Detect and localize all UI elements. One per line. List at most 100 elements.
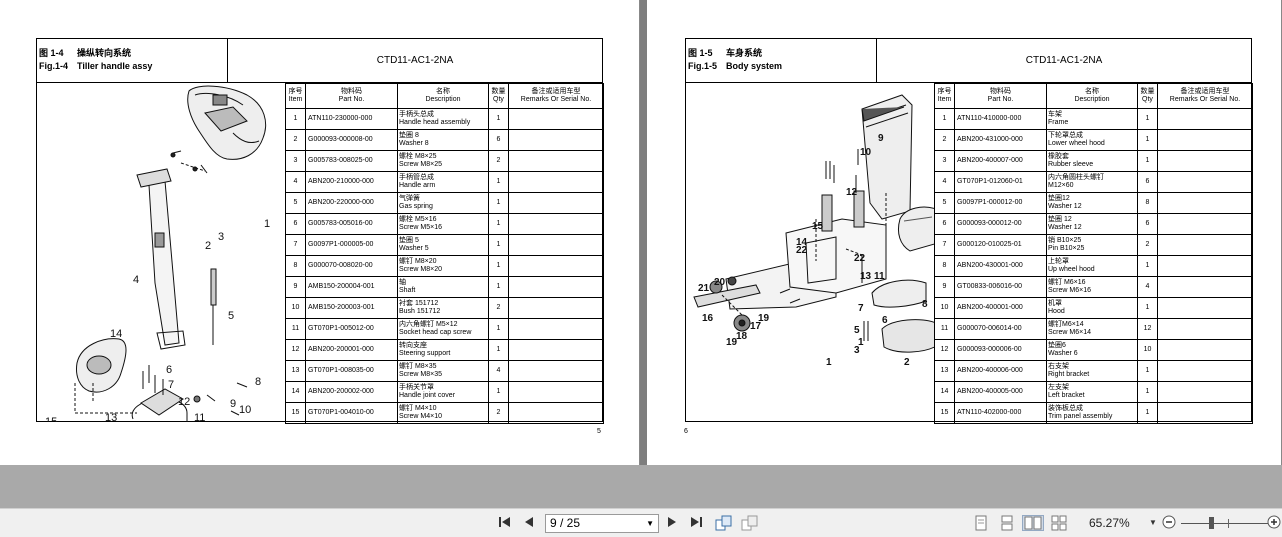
parts-sheet: 图 1-5 车身系统 Fig.1-5 Body system CTD11-AC1-2… [685,38,1253,424]
remarks [508,318,604,340]
item-number: 3 [934,150,955,172]
quantity: 6 [488,129,509,151]
remarks [1157,318,1253,340]
item-number: 4 [285,171,306,193]
description-cn: 右支架 [1048,363,1069,370]
description: 螺钉 M8×35 Screw M8×35 [397,360,489,382]
previous-page-icon[interactable] [522,515,536,531]
figure-number-cn: 图 1-4 [39,48,64,58]
item-number: 11 [934,318,955,340]
callout-11: 11 [874,271,885,282]
first-page-icon[interactable] [497,515,513,531]
quantity: 4 [488,360,509,382]
quantity: 1 [488,234,509,256]
item-number: 6 [285,213,306,235]
zoom-slider-thumb[interactable] [1209,517,1214,529]
description-en: Handle head assembly [399,119,471,126]
description-cn: 机罩 [1048,300,1062,307]
quantity: 2 [488,297,509,319]
description-cn: 手柄管总成 [399,174,434,181]
figure-number-cn: 图 1-5 [688,48,713,58]
description: 下轮罩总成 Lower wheel hood [1046,129,1138,151]
remarks [1157,297,1253,319]
page-gap [640,0,647,465]
description: 螺栓 M5×16 Screw M5×16 [397,213,489,235]
next-page-icon[interactable] [666,515,678,531]
figure-number-en: Fig.1-4 [39,61,69,71]
callout-6: 6 [166,364,172,376]
item-number: 15 [285,402,306,424]
split-view-icon[interactable] [740,515,760,531]
table-row: 2 ABN200-431000-000 下轮罩总成 Lower wheel hood 1 [934,129,1253,151]
part-number: GT070P1-005012-00 [305,318,398,340]
part-number: ATN110-230000-000 [305,108,398,130]
callout-5: 5 [228,310,234,322]
item-number: 14 [934,381,955,403]
page-number: 6 [684,428,688,435]
zoom-in-icon[interactable] [1266,515,1282,531]
description-en: Washer 8 [399,140,429,147]
description: 手柄关节罩 Handle joint cover [397,381,489,403]
parts-sheet: 图 1-4 操纵转向系统 Fig.1-4 Tiller handle assy CT… [36,38,604,424]
remarks [508,234,604,256]
description: 销 B10×25 Pin B10×25 [1046,234,1138,256]
page-number-field[interactable]: 9 / 25 ▼ [545,514,659,533]
table-row: 11 GT070P1-005012-00 内六角螺钉 M5×12 Socket hea… [285,318,604,340]
single-page-view-icon[interactable] [972,515,990,531]
last-page-icon[interactable] [688,515,704,531]
description-cn: 上轮罩 [1048,258,1069,265]
quantity: 1 [1137,402,1158,424]
two-page-view-icon[interactable] [1022,515,1044,531]
zoom-level[interactable]: 65.27% [1089,516,1130,530]
description: 螺栓 M8×25 Screw M8×25 [397,150,489,172]
description-cn: 螺钉 M8×20 [399,258,437,265]
table-row: 14 ABN200-400005-000 左支架 Left bracket 1 [934,381,1253,403]
remarks [1157,150,1253,172]
part-number: GT070P1-008035-00 [305,360,398,382]
callout-20: 20 [714,277,726,288]
remarks [508,297,604,319]
remarks [508,129,604,151]
table-row: 7 G000120-010025-01 销 B10×25 Pin B10×25 2 [934,234,1253,256]
description: 内六角螺钉 M5×12 Socket head cap screw [397,318,489,340]
description-cn: 销 B10×25 [1048,237,1082,244]
table-row: 4 GT070P1-012060-01 内六角圆柱头螺钉 M12×60 6 [934,171,1253,193]
callout-13: 13 [860,271,872,282]
callout-22: 22 [796,245,808,256]
part-number: G0097P1-000005-00 [305,234,398,256]
continuous-view-icon[interactable] [998,515,1016,531]
item-number: 9 [934,276,955,298]
callout-8: 8 [922,299,928,310]
description: 衬套 151712 Bush 151712 [397,297,489,319]
part-number: ABN200-200002-000 [305,381,398,403]
header-item: 序号 Item [934,83,955,109]
item-number: 13 [934,360,955,382]
sheet-header: 图 1-4 操纵转向系统 Fig.1-4 Tiller handle assy CT… [37,39,602,83]
description-en: Pin B10×25 [1048,245,1085,252]
remarks [508,108,604,130]
two-page-continuous-icon[interactable] [1050,515,1068,531]
item-number: 5 [285,192,306,214]
page-dropdown-arrow-icon[interactable]: ▼ [646,515,654,532]
description: 手柄头总成 Handle head assembly [397,108,489,130]
page-number-value: 9 / 25 [550,516,581,530]
remarks [1157,192,1253,214]
description: 垫圈6 Washer 6 [1046,339,1138,361]
zoom-dropdown-arrow-icon[interactable]: ▼ [1148,515,1158,531]
callout-1: 1 [264,218,270,230]
part-number: ATN110-402000-000 [954,402,1047,424]
part-number: G000070-006014-00 [954,318,1047,340]
callout-19: 19 [726,337,738,348]
zoom-out-icon[interactable] [1161,515,1177,531]
remarks [508,150,604,172]
figure-title-en: Tiller handle assy [77,61,153,71]
quantity: 1 [1137,255,1158,277]
remarks [508,276,604,298]
zoom-slider[interactable] [1181,523,1271,524]
callout-2: 2 [205,240,211,252]
document-viewport[interactable]: 图 1-4 操纵转向系统 Fig.1-4 Tiller handle assy CT… [0,0,1282,508]
part-number: ABN200-400001-000 [954,297,1047,319]
item-number: 12 [934,339,955,361]
rotate-page-icon[interactable] [714,515,734,531]
description-en: Handle joint cover [399,392,456,399]
